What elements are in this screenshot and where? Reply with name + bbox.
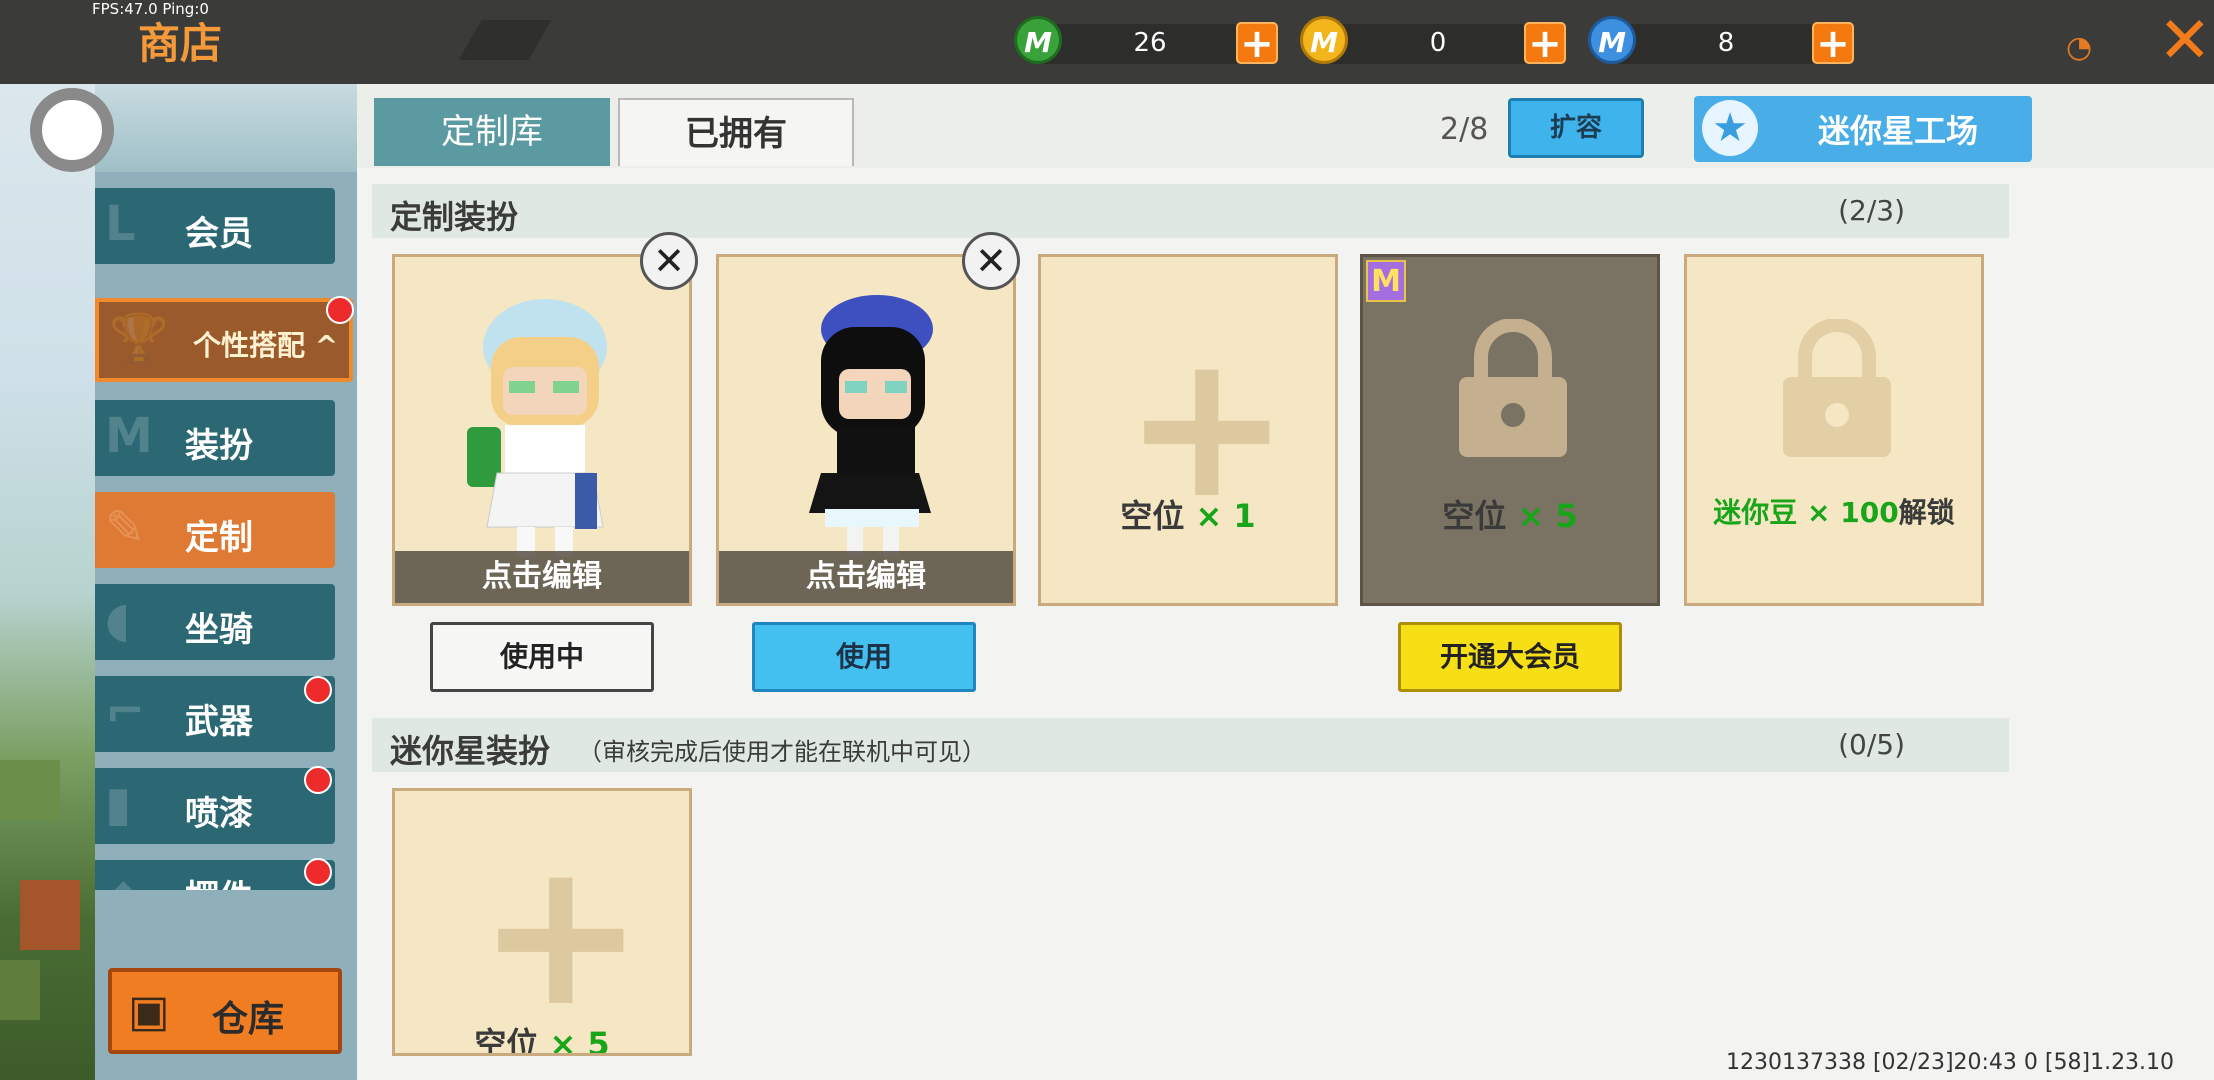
currency-value-blue: 8	[1717, 28, 1735, 58]
expand-capacity-button[interactable]: 扩容	[1508, 98, 1644, 158]
slot-label: 空位 × 1	[1120, 497, 1256, 535]
menu-toggle-button[interactable]	[30, 88, 114, 172]
close-button[interactable]: ✕	[2128, 0, 2214, 84]
empty-slot-card[interactable]: + 空位 × 1	[1038, 254, 1338, 606]
sidebar-item-label: 个性搭配 ^	[193, 329, 339, 362]
mini-star-empty-slot-card[interactable]: + 空位 × 5	[392, 788, 692, 1056]
pencil-icon: ✎	[105, 500, 146, 556]
sidebar-item-label: 喷漆	[185, 794, 253, 834]
vip-badge-icon: M	[1366, 260, 1406, 302]
notification-badge	[304, 676, 332, 704]
sidebar-header	[95, 84, 357, 172]
slot-label: 空位 × 5	[474, 1025, 610, 1056]
page-title: 商店	[138, 19, 223, 68]
notification-badge	[304, 766, 332, 794]
star-icon: ★	[1702, 100, 1758, 156]
currency-value-gold: 0	[1429, 28, 1447, 58]
section-title: 定制装扮	[390, 198, 519, 236]
currency-value-green: 26	[1133, 28, 1167, 58]
sidebar-item-label: 装扮	[185, 426, 253, 466]
tab-owned[interactable]: 已拥有	[618, 98, 854, 166]
section-subtitle: （审核完成后使用才能在联机中可见）	[578, 738, 986, 766]
shirt-icon: M	[105, 408, 153, 464]
sidebar-item-costume[interactable]: M 装扮	[95, 400, 335, 476]
warehouse-label: 仓库	[212, 999, 285, 1040]
custom-outfit-card-2[interactable]: 点击编辑	[716, 254, 1016, 606]
sidebar-item-label: 会员	[185, 214, 253, 254]
sidebar-item-spray[interactable]: ▮ 喷漆	[95, 768, 335, 844]
in-use-button[interactable]: 使用中	[430, 622, 654, 692]
sidebar-item-outfit-match[interactable]: 🏆 个性搭配 ^	[95, 298, 353, 382]
add-currency-blue-button[interactable]: +	[1812, 22, 1854, 64]
trophy-icon: 🏆	[109, 311, 169, 367]
edit-label: 点击编辑	[395, 551, 689, 603]
sidebar-item-label: 摆件	[185, 870, 253, 890]
ornament-icon: ◆	[105, 868, 142, 890]
sidebar-item-label: 武器	[185, 702, 253, 742]
mini-coin-blue-icon: M	[1588, 16, 1636, 64]
workshop-label: 迷你星工场	[1818, 112, 1979, 150]
sidebar-item-custom[interactable]: ✎ 定制	[95, 492, 335, 568]
avatar-preview-blonde	[467, 299, 607, 557]
sidebar-item-weapon[interactable]: ⌐ 武器	[95, 676, 335, 752]
remove-outfit-1-button[interactable]: ✕	[640, 232, 698, 290]
notification-badge	[326, 296, 354, 324]
sidebar-item-ornament[interactable]: ◆ 摆件	[95, 860, 335, 890]
avatar-preview-dark	[809, 295, 933, 557]
lock-icon	[1783, 319, 1891, 457]
slot-label: 空位 × 5	[1442, 497, 1578, 535]
use-button[interactable]: 使用	[752, 622, 976, 692]
custom-outfit-section-header: 定制装扮 (2/3)	[372, 184, 2009, 238]
mini-coin-gold-icon: M	[1300, 16, 1348, 64]
sidebar-item-label: 坐骑	[185, 610, 253, 650]
vip-icon: L	[105, 196, 136, 252]
sidebar-item-label: 定制	[185, 518, 253, 558]
locked-slot-coin-card[interactable]: 迷你豆 × 100解锁	[1684, 254, 1984, 606]
chest-icon: ▣	[128, 986, 170, 1037]
mini-star-workshop-button[interactable]: ★ 迷你星工场	[1694, 96, 2032, 162]
open-vip-button[interactable]: 开通大会员	[1398, 622, 1622, 692]
sidebar-item-mount[interactable]: ◖ 坐骑	[95, 584, 335, 660]
add-currency-green-button[interactable]: +	[1236, 22, 1278, 64]
custom-outfit-card-1[interactable]: 点击编辑	[392, 254, 692, 606]
mount-icon: ◖	[105, 592, 131, 648]
gun-icon: ⌐	[105, 684, 146, 740]
section-title: 迷你星装扮	[390, 732, 551, 770]
sidebar-item-vip[interactable]: L 会员	[95, 188, 335, 264]
add-currency-gold-button[interactable]: +	[1524, 22, 1566, 64]
unlock-label: 迷你豆 × 100解锁	[1713, 496, 1955, 529]
close-icon: ✕	[2158, 4, 2212, 78]
edit-label: 点击编辑	[719, 551, 1013, 603]
locked-slot-vip-card[interactable]: 空位 × 5	[1360, 254, 1660, 606]
footer-info: 1230137338 [02/23]20:43 0 [58]1.23.10	[1726, 1050, 2175, 1075]
section-count: (0/5)	[1838, 728, 1905, 761]
warehouse-button[interactable]: ▣ 仓库	[108, 968, 342, 1054]
notification-badge	[304, 858, 332, 886]
mini-star-section-header: 迷你星装扮 （审核完成后使用才能在联机中可见） (0/5)	[372, 718, 2009, 772]
section-count: (2/3)	[1838, 194, 1905, 227]
spray-icon: ▮	[105, 776, 132, 832]
lock-icon	[1459, 319, 1567, 457]
add-icon: +	[477, 818, 645, 1051]
mini-coin-green-icon: M	[1014, 16, 1062, 64]
remove-outfit-2-button[interactable]: ✕	[962, 232, 1020, 290]
signal-icon: ◔	[2066, 30, 2093, 65]
tab-custom-library[interactable]: 定制库	[374, 98, 610, 166]
capacity-count: 2/8	[1440, 112, 1489, 147]
